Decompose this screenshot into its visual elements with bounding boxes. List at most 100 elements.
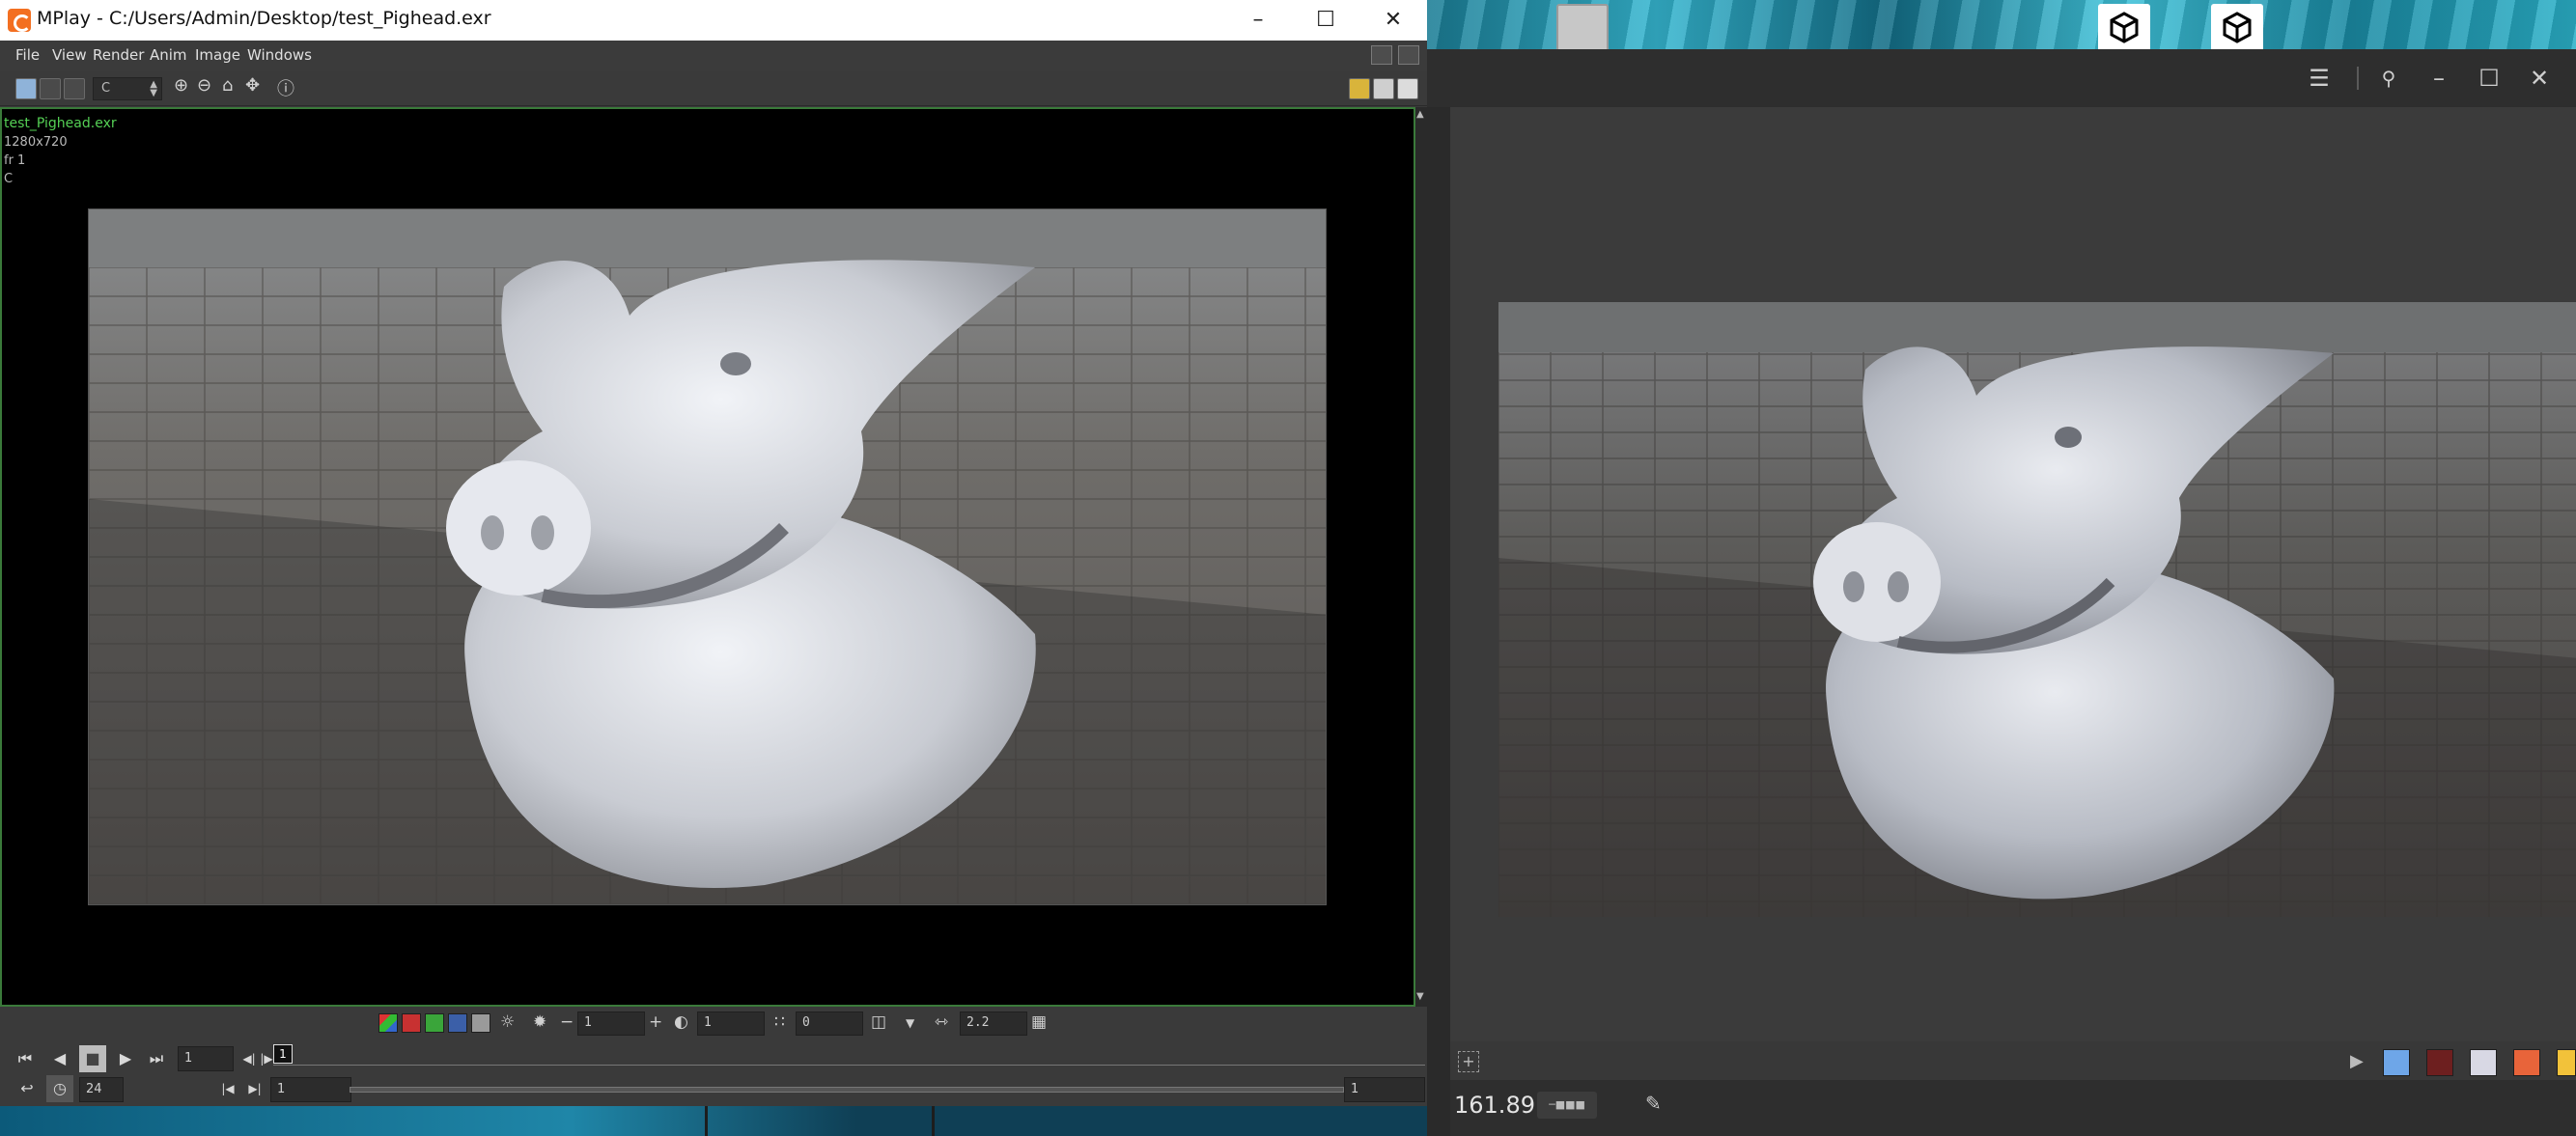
layers-icon[interactable] [40,78,61,99]
color-settings-icon[interactable]: ▦ [1031,1012,1047,1032]
fit-icon[interactable]: ✥ [245,75,260,96]
zoom-readout: 161.89 [1454,1092,1535,1119]
playback-controls: ⏮ ◀ ■ ▶ ⏭ 1 ◀| |▶ 1 ↩ ◷ 24 |◀ ▶| 1 1 [0,1040,1427,1106]
viewer-canvas[interactable] [1450,107,2576,1072]
range-end-field[interactable]: 1 [1344,1077,1425,1102]
range-slider[interactable] [350,1087,1344,1093]
detach-icon[interactable] [1398,45,1419,65]
range-end-icon[interactable]: ▶| [241,1075,268,1102]
pin-icon[interactable]: ⚲ [2369,59,2408,97]
minimize-button[interactable]: – [1224,0,1292,41]
gamma-icon[interactable]: ⇿ [935,1012,948,1032]
menu-render[interactable]: Render [93,46,144,64]
menu-view[interactable]: View [52,46,87,64]
image-viewer[interactable]: test_Pighead.exr 1280x720 fr 1 C [0,107,1415,1007]
viewer-status-bar: 161.89 ─■■■ ✎ [1450,1080,2576,1136]
loop-icon[interactable]: ↩ [14,1075,41,1102]
offset-field[interactable]: 0 [796,1011,863,1036]
color-swatch-maroon[interactable] [2426,1049,2453,1076]
viewer-title-bar: ☰ ⚲ – ☐ ✕ [1427,49,2576,107]
color-swatch-blue[interactable] [2383,1049,2410,1076]
lut-icon[interactable]: ◫ [871,1012,886,1032]
info-icon[interactable]: ⓘ [277,75,294,100]
minimize-button[interactable]: – [2420,59,2458,97]
desktop-background-bottom [0,1106,1427,1136]
maximize-button[interactable]: ☐ [2470,59,2508,97]
close-button[interactable]: ✕ [2520,59,2559,97]
frame-marker[interactable]: 1 [273,1044,293,1064]
desktop-background [1427,0,2576,49]
eyedropper-icon[interactable]: ✎ [1645,1092,1662,1115]
rgb-channel-icon[interactable] [378,1013,398,1033]
channel-select[interactable]: C ▲ ▼ [93,77,162,100]
increment-button[interactable]: + [649,1012,662,1032]
layout-icon[interactable] [1371,45,1392,65]
exposure-icon[interactable]: ✹ [533,1012,546,1032]
range-start-icon[interactable]: |◀ [214,1075,241,1102]
menu-icon[interactable]: ☰ [2300,59,2338,97]
green-channel-icon[interactable] [425,1013,444,1033]
color-swatch-orange[interactable] [2513,1049,2540,1076]
toolbar: C ▲ ▼ ⊕ ⊖ ⌂ ✥ ⓘ [0,71,1427,106]
preview-image [1498,302,2576,917]
alpha-channel-icon[interactable] [471,1013,490,1033]
blue-channel-icon[interactable] [448,1013,467,1033]
jump-end-icon[interactable]: ⏭ [143,1045,170,1072]
contrast-icon[interactable]: ◐ [674,1012,688,1032]
desktop-box-icon-2[interactable] [2211,4,2263,49]
contrast-field[interactable]: 1 [697,1011,765,1036]
menu-anim[interactable]: Anim [150,46,187,64]
overlay-resolution: 1280x720 [4,135,68,150]
home-icon[interactable]: ⌂ [222,75,233,96]
gamma-field[interactable]: 2.2 [960,1011,1027,1036]
menu-windows[interactable]: Windows [247,46,312,64]
image-viewer-window: ☰ ⚲ – ☐ ✕ + ▶ 161.89 ─■■■ ✎ [1427,49,2576,1136]
maximize-button[interactable]: ☐ [1292,0,1359,41]
offset-icon[interactable]: ∷ [774,1012,785,1032]
display-icon[interactable] [64,78,85,99]
current-frame-field[interactable]: 1 [178,1046,234,1071]
desktop-file-icon[interactable] [1556,4,1609,49]
exposure-field[interactable]: 1 [577,1011,645,1036]
viewer-tool-row: + ▶ [1450,1041,2576,1080]
zoom-slider-icon[interactable]: ─■■■ [1537,1092,1597,1119]
color-swatch-lavender[interactable] [2470,1049,2497,1076]
scroll-down-icon[interactable]: ▼ [1416,991,1424,1002]
color-swatch-yellow[interactable] [2557,1049,2576,1076]
red-channel-icon[interactable] [402,1013,421,1033]
checker-icon[interactable] [1349,78,1370,99]
mplay-window: MPlay - C:/Users/Admin/Desktop/test_Pigh… [0,0,1427,1106]
spinner-icon: ▲ ▼ [150,79,157,98]
color-correction-bar: ☼ ✹ − 1 + ◐ 1 ∷ 0 ◫ ▼ ⇿ 2.2 ▦ [0,1007,1427,1040]
frame-track[interactable]: 1 [273,1044,1425,1066]
image-mode-icon[interactable] [15,78,37,99]
stop-icon[interactable]: ■ [79,1045,106,1072]
play-icon[interactable]: ▶ [2350,1051,2364,1071]
title-divider [2357,67,2359,90]
add-icon[interactable]: + [1458,1051,1479,1072]
menu-file[interactable]: File [15,46,40,64]
play-forward-icon[interactable]: ▶ [112,1045,139,1072]
brightness-icon[interactable]: ☼ [500,1012,515,1032]
crosshair-icon[interactable] [1397,78,1418,99]
realtime-icon[interactable]: ◷ [46,1075,73,1102]
scroll-up-icon[interactable]: ▲ [1416,109,1424,120]
menu-image[interactable]: Image [195,46,240,64]
overlay-frame: fr 1 [4,153,26,168]
fps-field[interactable]: 24 [79,1077,124,1102]
range-start-field[interactable]: 1 [270,1077,351,1102]
zoom-out-icon[interactable]: ⊖ [197,75,211,96]
channel-select-value: C [101,81,111,96]
desktop-box-icon-1[interactable] [2098,4,2150,49]
play-backward-icon[interactable]: ◀ [46,1045,73,1072]
jump-start-icon[interactable]: ⏮ [12,1045,39,1072]
close-button[interactable]: ✕ [1359,0,1427,41]
decrement-button[interactable]: − [560,1012,574,1032]
lut-dropdown-icon[interactable]: ▼ [906,1016,914,1030]
rendered-image [88,208,1327,905]
image-info-overlay: test_Pighead.exr 1280x720 fr 1 C [4,115,117,188]
vertical-scrollbar[interactable]: ▲ ▼ [1415,107,1427,1007]
houdini-logo-icon [8,9,31,32]
grid-icon[interactable] [1373,78,1394,99]
zoom-in-icon[interactable]: ⊕ [174,75,188,96]
